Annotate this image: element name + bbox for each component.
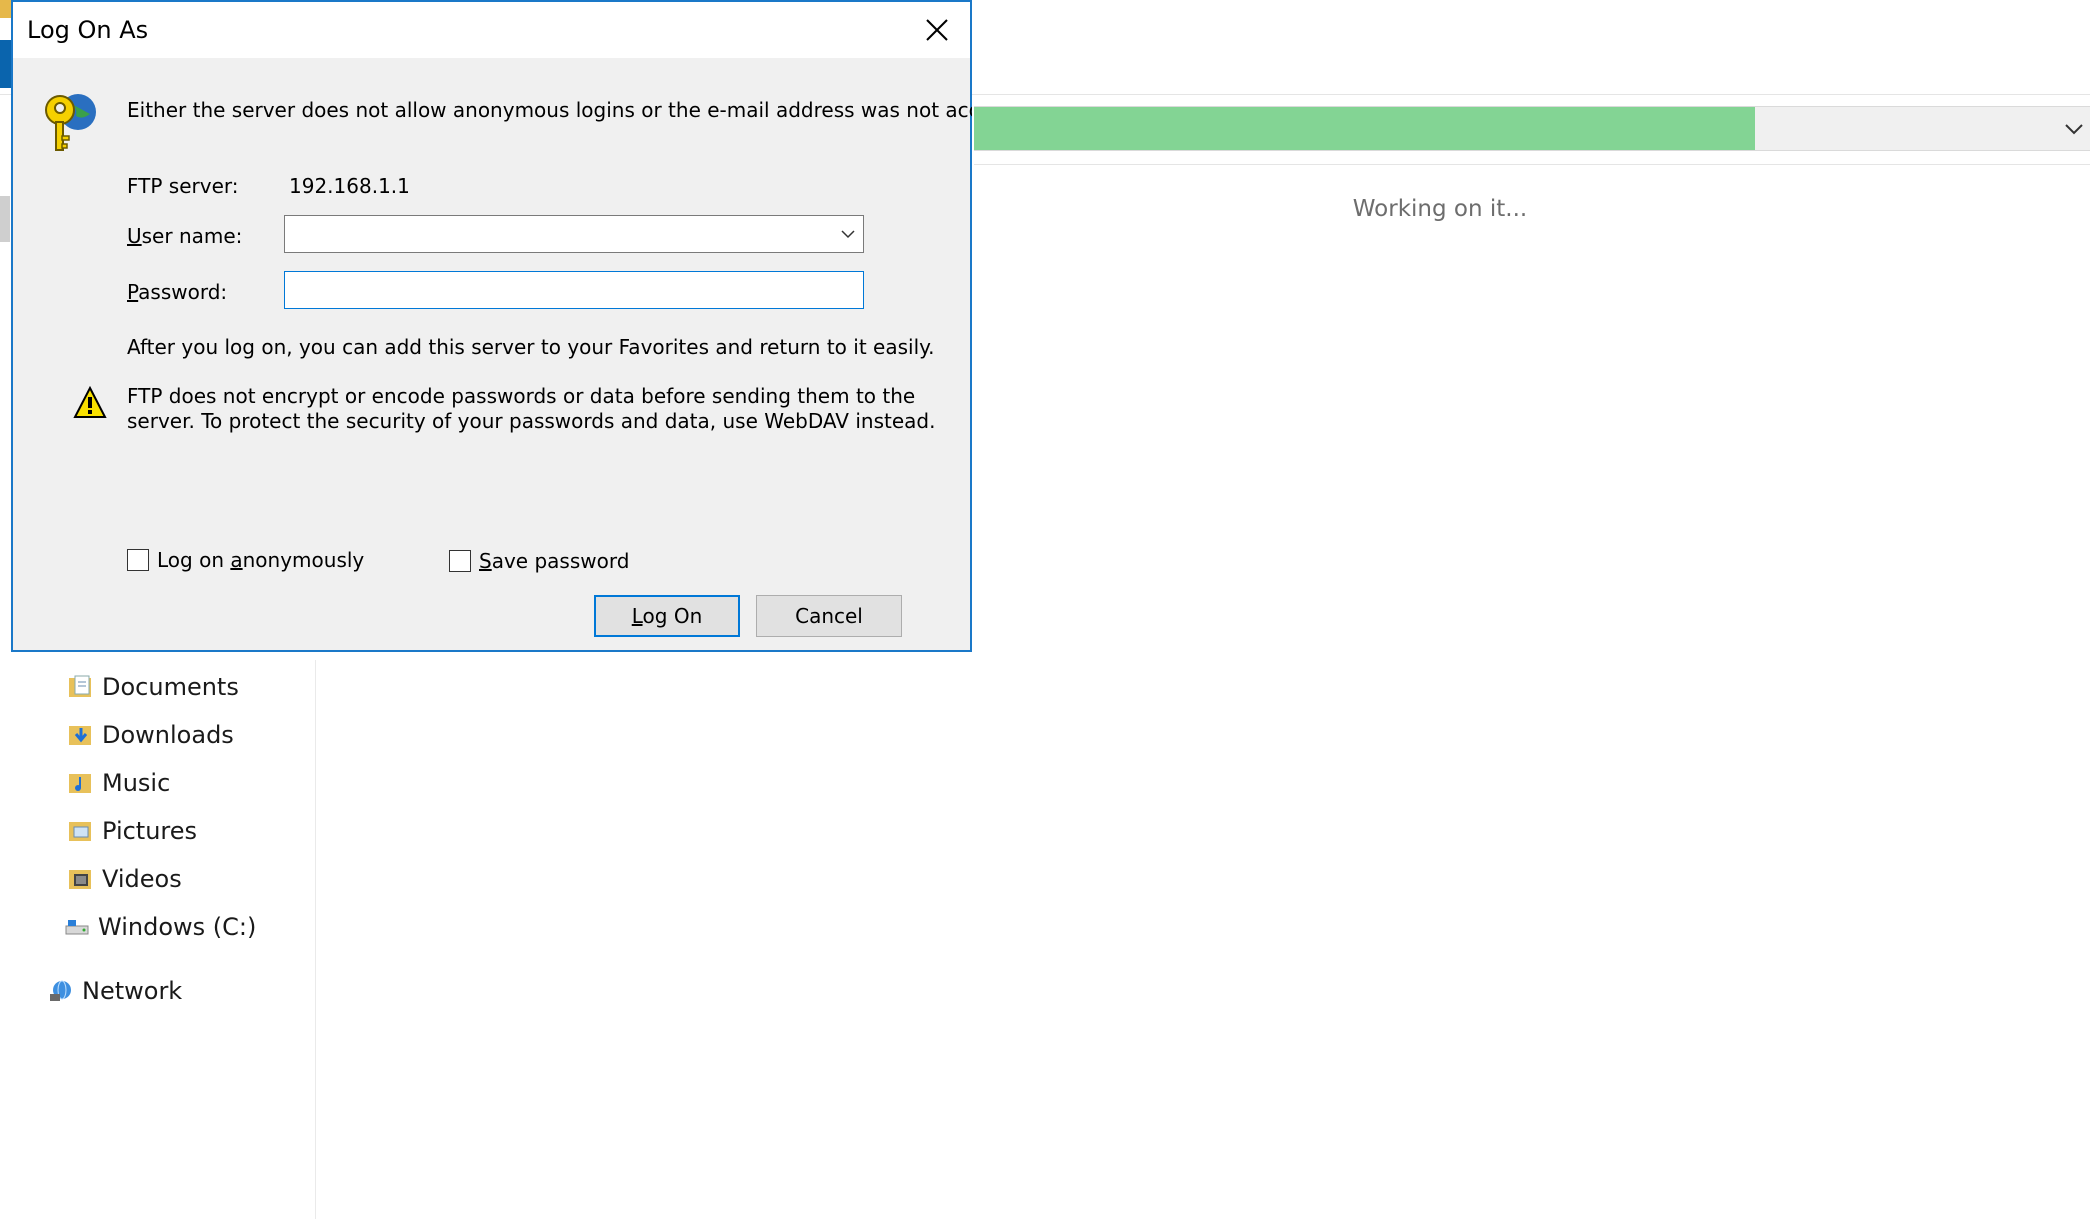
- nav-item-label: Network: [82, 977, 183, 1005]
- address-progress-fill: [974, 107, 1756, 150]
- nav-item-label: Music: [102, 769, 171, 797]
- chevron-down-icon[interactable]: [2062, 117, 2086, 141]
- nav-item-music[interactable]: Music: [68, 763, 170, 803]
- checkbox-box[interactable]: [127, 549, 149, 571]
- favorites-info-text: After you log on, you can add this serve…: [127, 335, 935, 359]
- ftp-server-value: 192.168.1.1: [289, 174, 410, 198]
- nav-item-network[interactable]: Network: [48, 971, 182, 1011]
- checkbox-label: Log on anonymously: [157, 548, 365, 572]
- ftp-security-warning: FTP does not encrypt or encode passwords…: [127, 384, 936, 433]
- nav-item-pictures[interactable]: Pictures: [68, 811, 197, 851]
- music-folder-icon: [69, 774, 91, 793]
- ftp-server-label: FTP server:: [127, 174, 239, 198]
- close-icon: [926, 19, 948, 41]
- nav-item-label: Videos: [102, 865, 182, 893]
- error-message: Either the server does not allow anonymo…: [127, 98, 972, 122]
- navigation-back-area[interactable]: [0, 196, 10, 242]
- key-globe-icon: [45, 94, 96, 151]
- documents-folder-icon: [69, 675, 91, 697]
- username-combobox[interactable]: [284, 215, 864, 253]
- dialog-title: Log On As: [27, 16, 149, 44]
- dialog-titlebar[interactable]: Log On As: [13, 2, 970, 58]
- downloads-folder-icon: [69, 726, 91, 745]
- address-bar[interactable]: [974, 106, 2090, 151]
- nav-item-label: Downloads: [102, 721, 234, 749]
- loading-status-text: Working on it...: [1352, 196, 1528, 222]
- password-label: Password:: [127, 280, 228, 304]
- cancel-button[interactable]: Cancel: [756, 595, 902, 637]
- navigation-pane-divider[interactable]: [315, 660, 316, 1219]
- divider: [974, 164, 2090, 165]
- drive-icon: [65, 920, 89, 935]
- log-on-button[interactable]: Log On: [594, 595, 740, 637]
- nav-item-documents[interactable]: Documents: [68, 667, 239, 707]
- nav-item-label: Documents: [102, 673, 239, 701]
- nav-item-downloads[interactable]: Downloads: [68, 715, 234, 755]
- warning-icon: [73, 386, 107, 418]
- button-label: Log On: [631, 604, 703, 628]
- pictures-folder-icon: [69, 822, 91, 841]
- close-button[interactable]: [904, 2, 970, 58]
- password-field[interactable]: [284, 271, 864, 309]
- chevron-down-icon[interactable]: [839, 225, 857, 243]
- videos-folder-icon: [69, 870, 91, 889]
- log-on-as-dialog: Log On As Either the server does not all…: [11, 0, 972, 652]
- nav-item-videos[interactable]: Videos: [68, 859, 182, 899]
- checkbox-box[interactable]: [449, 550, 471, 572]
- network-icon: [50, 980, 71, 1001]
- checkbox-label: Save password: [479, 549, 630, 573]
- log-on-anonymously-checkbox[interactable]: Log on anonymously: [127, 548, 364, 572]
- nav-item-label: Pictures: [102, 817, 198, 845]
- nav-item-windows-c[interactable]: Windows (C:): [64, 907, 256, 947]
- username-label: User name:: [127, 224, 243, 248]
- save-password-checkbox[interactable]: Save password: [449, 549, 629, 573]
- nav-item-label: Windows (C:): [98, 913, 257, 941]
